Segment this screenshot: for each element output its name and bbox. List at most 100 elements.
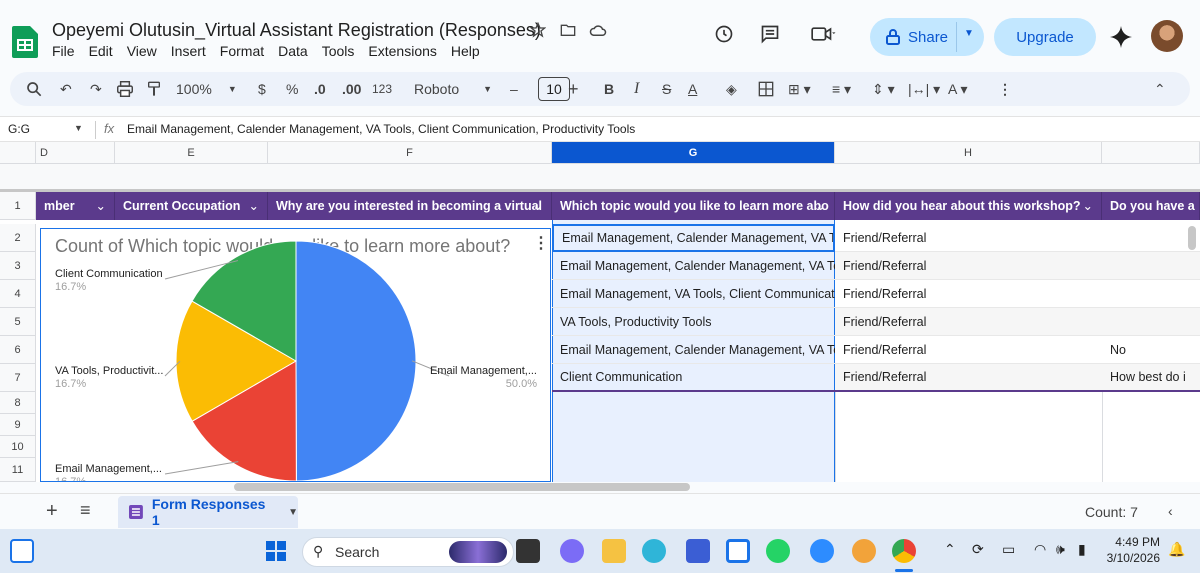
volume-icon[interactable]: 🕪 (1056, 541, 1065, 558)
meet-icon[interactable] (810, 24, 836, 44)
column-header-g[interactable]: G (552, 142, 835, 164)
table-cell[interactable]: Friend/Referral (835, 364, 1102, 392)
menu-help[interactable]: Help (451, 43, 480, 59)
column-header-h[interactable]: H (835, 142, 1102, 164)
header-cell-f[interactable]: Why are you interested in becoming a vir… (268, 192, 552, 220)
pie-chart[interactable]: Count of Which topic would you like to l… (40, 228, 551, 482)
row-header-2[interactable]: 2 (0, 224, 36, 252)
horizontal-scrollbar-thumb[interactable] (234, 483, 690, 491)
fill-color-icon[interactable]: ◈ (726, 72, 737, 106)
column-header-d[interactable]: D (36, 142, 115, 164)
bold-button[interactable]: B (604, 72, 614, 106)
row-header-3[interactable]: 3 (0, 252, 36, 280)
edge-icon[interactable] (642, 539, 666, 563)
share-dropdown-icon[interactable]: ▼ (964, 28, 974, 39)
app-icon[interactable] (726, 539, 750, 563)
table-cell[interactable]: No (1102, 336, 1200, 364)
column-header-f[interactable]: F (268, 142, 552, 164)
menu-edit[interactable]: Edit (89, 43, 113, 59)
menu-extensions[interactable]: Extensions (368, 43, 436, 59)
explore-collapse-icon[interactable]: ‹ (1168, 503, 1173, 519)
row-header-5[interactable]: 5 (0, 308, 36, 336)
table-cell[interactable]: Friend/Referral (835, 252, 1102, 280)
windows-start-icon[interactable] (266, 541, 286, 561)
all-sheets-icon[interactable]: ≡ (80, 500, 91, 521)
chevron-down-icon[interactable]: ⌄ (816, 198, 826, 213)
version-history-icon[interactable] (714, 24, 734, 44)
clock-time[interactable]: 4:49 PM (1112, 535, 1160, 549)
comments-icon[interactable] (760, 24, 780, 44)
font-select[interactable]: Roboto ▼ (414, 72, 492, 106)
add-sheet-icon[interactable]: + (46, 500, 58, 523)
table-cell[interactable]: Email Management, Calender Management, V… (552, 336, 835, 364)
zoom-select[interactable]: 100% ▼ (176, 72, 237, 106)
column-header-e[interactable]: E (115, 142, 268, 164)
menu-insert[interactable]: Insert (171, 43, 206, 59)
collapse-toolbar-icon[interactable]: ⌃ (1154, 72, 1166, 106)
chart-menu-icon[interactable]: ⋮ (533, 233, 549, 253)
print-icon[interactable] (116, 81, 134, 97)
table-cell[interactable] (1102, 252, 1200, 280)
table-cell[interactable]: Friend/Referral (835, 308, 1102, 336)
chevron-down-icon[interactable]: ⌄ (249, 198, 259, 213)
number-format-button[interactable]: 123 (372, 72, 392, 106)
font-size-decrease-button[interactable]: – (510, 72, 518, 106)
sheet-tab-dropdown-icon[interactable]: ▼ (288, 507, 298, 518)
header-cell-d[interactable]: mber ⌄ (36, 192, 115, 220)
table-cell[interactable]: Email Management, Calender Management, V… (552, 252, 835, 280)
document-title[interactable]: Opeyemi Olutusin_Virtual Assistant Regis… (52, 20, 541, 41)
table-cell[interactable]: Friend/Referral (835, 336, 1102, 364)
move-folder-icon[interactable] (560, 22, 576, 38)
count-summary[interactable]: Count: 7 (1085, 504, 1138, 520)
row-header-7[interactable]: 7 (0, 364, 36, 392)
table-cell[interactable]: How best do i (1102, 364, 1200, 392)
row-header-6[interactable]: 6 (0, 336, 36, 364)
strikethrough-icon[interactable]: S (662, 72, 671, 106)
sync-icon[interactable]: ⟳ (972, 541, 984, 558)
formula-input[interactable]: Email Management, Calender Management, V… (127, 122, 635, 136)
taskbar-search[interactable]: ⚲ Search (302, 537, 514, 567)
table-cell[interactable]: Email Management, VA Tools, Client Commu… (552, 280, 835, 308)
horizontal-align-icon[interactable]: ≡ ▾ (832, 72, 851, 106)
menu-data[interactable]: Data (278, 43, 308, 59)
table-cell[interactable] (1102, 224, 1200, 252)
menu-format[interactable]: Format (220, 43, 264, 59)
gemini-sparkle-icon[interactable] (1110, 26, 1132, 48)
increase-decimal-button[interactable]: .00 (342, 72, 361, 106)
star-icon[interactable] (530, 22, 546, 38)
borders-icon[interactable] (758, 81, 774, 97)
menu-view[interactable]: View (127, 43, 157, 59)
header-cell-h[interactable]: How did you hear about this workshop? ⌄ (835, 192, 1102, 220)
table-cell[interactable] (1102, 280, 1200, 308)
pie-slice[interactable] (295, 240, 417, 481)
paint-format-icon[interactable] (146, 81, 162, 97)
teams-icon[interactable] (560, 539, 584, 563)
store-icon[interactable] (686, 539, 710, 563)
vertical-scrollbar-thumb[interactable] (1188, 226, 1196, 250)
chevron-down-icon[interactable]: ⌄ (1083, 198, 1093, 213)
currency-format-button[interactable]: $ (258, 72, 266, 106)
chrome-icon[interactable] (892, 539, 916, 563)
file-explorer-icon[interactable] (602, 539, 626, 563)
whatsapp-icon[interactable] (766, 539, 790, 563)
network-error-icon[interactable]: ▭ (1002, 541, 1015, 558)
vpn-icon[interactable] (852, 539, 876, 563)
more-options-icon[interactable]: ⋮ (998, 72, 1012, 106)
text-rotation-icon[interactable]: A ▾ (948, 72, 967, 106)
share-button[interactable]: Share ▼ (870, 18, 984, 56)
header-cell-e[interactable]: Current Occupation ⌄ (115, 192, 268, 220)
table-cell[interactable]: Friend/Referral (835, 224, 1102, 252)
italic-button[interactable]: I (634, 72, 639, 106)
widgets-icon[interactable] (10, 539, 34, 563)
font-size-input[interactable]: 10 (538, 77, 570, 101)
decrease-decimal-button[interactable]: .0 (314, 72, 326, 106)
merge-cells-icon[interactable]: ⊞ ▾ (788, 72, 811, 106)
text-wrapping-icon[interactable]: |↔| ▾ (908, 72, 940, 106)
column-header-i[interactable] (1102, 142, 1200, 164)
task-view-icon[interactable] (516, 539, 540, 563)
table-cell[interactable]: Friend/Referral (835, 280, 1102, 308)
zoom-icon[interactable] (810, 539, 834, 563)
row-header-1[interactable]: 1 (0, 192, 36, 220)
font-size-increase-button[interactable]: + (568, 72, 579, 106)
row-header-10[interactable]: 10 (0, 436, 36, 458)
